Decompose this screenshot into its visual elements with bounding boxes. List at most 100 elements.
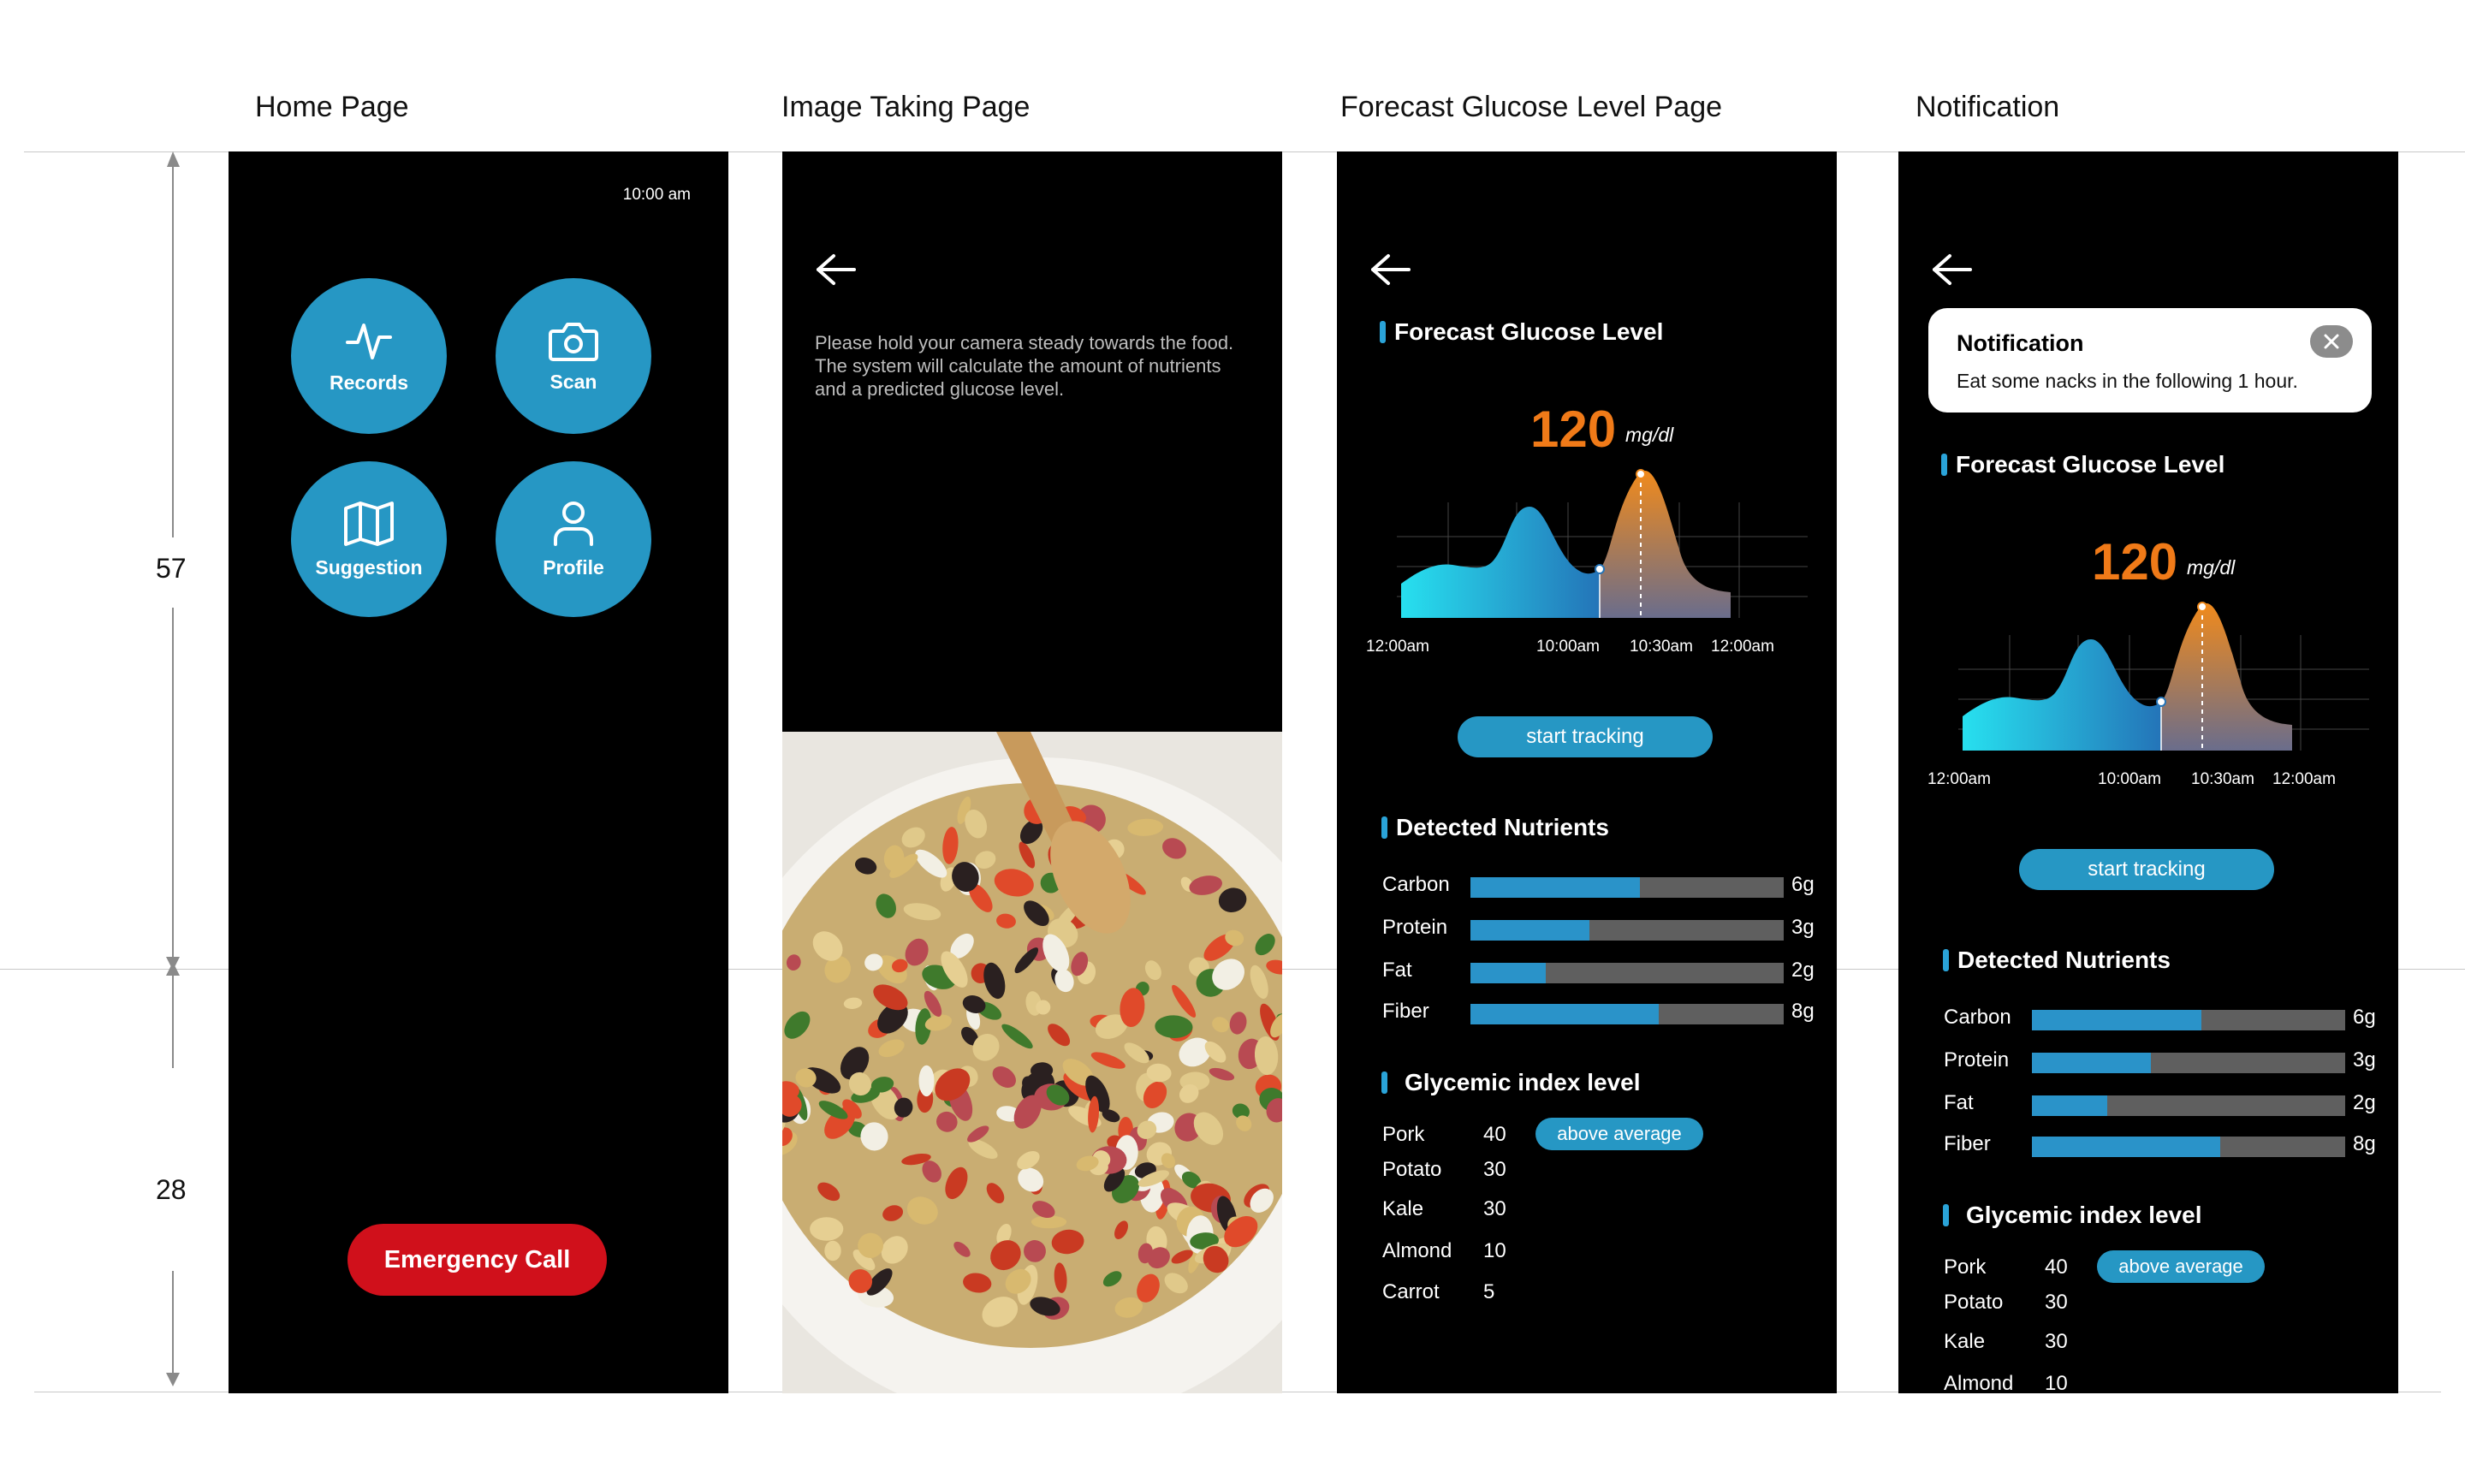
nutrient-amount: 6g [1791,873,1815,896]
nutrient-name: Carbon [1382,873,1450,896]
glucose-unit: mg/dl [2187,556,2236,579]
back-arrow-icon[interactable] [1369,252,1411,287]
notification-card[interactable]: Notification Eat some nacks in the follo… [1928,308,2372,413]
glucose-forecast-chart [1958,602,2369,751]
glycemic-section-title: Glycemic index level [1943,1202,2202,1229]
home-screen: 10:00 am Records Scan Suggestion Profile… [229,151,728,1393]
x-label-1030am: 10:30am [2191,770,2254,788]
x-label-end: 12:00am [1711,638,1774,656]
suggestion-button[interactable]: Suggestion [291,461,447,617]
gi-value: 30 [1483,1197,1506,1220]
back-arrow-icon[interactable] [1931,252,1972,287]
gi-value: 30 [2045,1291,2068,1314]
nutrient-amount: 2g [1791,959,1815,982]
user-icon [554,501,593,546]
section-marker [1380,321,1386,343]
back-arrow-icon[interactable] [815,252,856,287]
image-page-title: Image Taking Page [781,91,1031,123]
suggestion-label: Suggestion [315,555,423,579]
start-tracking-button[interactable]: start tracking [1458,716,1713,757]
notification-page-title: Notification [1916,91,2060,123]
section-marker [1943,1204,1949,1226]
nutrient-amount: 2g [2353,1091,2376,1114]
nutrient-row: Protein 3g [1382,916,1827,941]
nutrient-name: Fiber [1944,1132,1991,1155]
glycemic-section-title: Glycemic index level [1381,1069,1641,1096]
nutrient-name: Carbon [1944,1006,2011,1029]
scan-button[interactable]: Scan [496,278,651,434]
nutrient-row: Fat 2g [1944,1091,2389,1117]
gi-value: 10 [1483,1239,1506,1262]
dimension-label-lower: 28 [156,1174,187,1205]
close-icon [2324,334,2339,349]
nutrient-bar [2032,1053,2345,1073]
nutrient-bar-fill [2032,1095,2107,1116]
notification-screen: Notification Eat some nacks in the follo… [1898,151,2398,1393]
nutrient-name: Protein [1382,916,1448,939]
nutrient-amount: 8g [2353,1132,2376,1155]
dimension-label-upper: 57 [156,553,187,584]
gi-food: Pork [1944,1255,1987,1279]
gi-food: Potato [1382,1158,1442,1181]
nutrient-bar [1470,963,1784,983]
section-marker [1943,949,1949,971]
x-label-end: 12:00am [2272,770,2336,788]
nutrient-row: Carbon 6g [1944,1006,2389,1031]
nutrient-bar-fill [1470,963,1546,983]
nutrients-section-title: Detected Nutrients [1943,947,2171,974]
above-average-badge: above average [1535,1118,1703,1150]
nutrient-name: Fat [1382,959,1412,982]
notification-title: Notification [1957,330,2084,356]
glucose-forecast-chart [1397,469,1808,618]
forecast-page-title: Forecast Glucose Level Page [1340,91,1723,123]
camera-icon [549,322,598,361]
nutrients-section-title: Detected Nutrients [1381,814,1609,841]
gi-value: 10 [2045,1372,2068,1393]
camera-instruction: Please hold your camera steady towards t… [815,332,1234,400]
nutrient-row: Fiber 8g [1944,1132,2389,1158]
gi-value: 40 [2045,1255,2068,1279]
nutrient-name: Fiber [1382,1000,1429,1023]
glycemic-title-text: Glycemic index level [1405,1069,1641,1095]
nutrient-bar-fill [2032,1053,2152,1073]
records-label: Records [329,371,409,394]
nutrient-bar-fill [1470,1004,1659,1024]
nutrient-bar [2032,1095,2345,1116]
nutrient-amount: 8g [1791,1000,1815,1023]
gi-value: 40 [1483,1123,1506,1146]
gi-food: Kale [1944,1330,1986,1353]
nutrient-bar-fill [1470,877,1640,898]
pasta-texture-blob [918,1065,935,1097]
nutrient-bar-fill [1470,920,1590,941]
gi-food: Kale [1382,1197,1424,1220]
section-marker [1381,1071,1387,1094]
records-button[interactable]: Records [291,278,447,434]
map-icon [344,501,394,546]
nutrient-bar [2032,1010,2345,1030]
gi-food: Pork [1382,1123,1425,1146]
profile-button[interactable]: Profile [496,461,651,617]
forecast-title-text: Forecast Glucose Level [1394,318,1664,345]
profile-label: Profile [543,555,604,579]
nutrient-row: Protein 3g [1944,1048,2389,1074]
glucose-value: 120 [1530,401,1617,458]
scan-label: Scan [549,370,597,393]
gi-value: 30 [2045,1330,2068,1353]
above-average-badge: above average [2097,1250,2265,1283]
forecast-title-text: Forecast Glucose Level [1956,451,2225,478]
start-tracking-button[interactable]: start tracking [2019,849,2274,890]
x-label-start: 12:00am [1927,770,1991,788]
close-notification-button[interactable] [2310,325,2353,358]
forecast-screen: Forecast Glucose Level 120 mg/dl 12:00am… [1337,151,1837,1393]
gi-value: 5 [1483,1280,1495,1303]
x-label-1030am: 10:30am [1630,638,1693,656]
emergency-call-button[interactable]: Emergency Call [347,1224,607,1296]
nutrients-title-text: Detected Nutrients [1957,947,2171,973]
nutrients-title-text: Detected Nutrients [1396,814,1609,840]
forecast-section-title: Forecast Glucose Level [1380,318,1663,346]
nutrient-amount: 3g [1791,916,1815,939]
pasta-texture-blob [824,1240,841,1261]
pasta-texture-blob [1036,1000,1051,1015]
gi-value: 30 [1483,1158,1506,1181]
nutrient-amount: 6g [2353,1006,2376,1029]
